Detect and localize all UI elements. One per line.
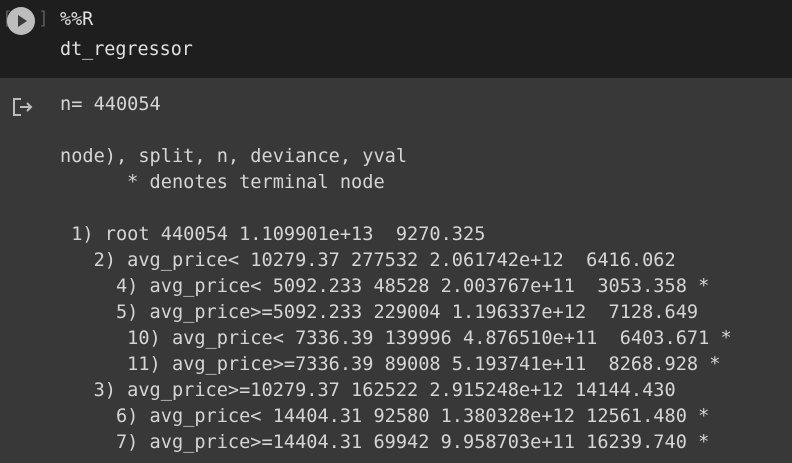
tree-node-line: 4) avg_price< 5092.233 48528 2.003767e+1…: [60, 276, 710, 297]
output-line: n= 440054: [60, 94, 161, 115]
run-cell-button[interactable]: [7, 7, 35, 35]
code-cell[interactable]: [ ] %%R dt_regressor: [0, 0, 792, 78]
tree-node-line: 3) avg_price>=10279.37 162522 2.915248e+…: [60, 380, 699, 401]
cell-output: n= 440054 node), split, n, deviance, yva…: [60, 92, 732, 456]
tree-node-line: 11) avg_price>=7336.39 89008 5.193741e+1…: [60, 354, 721, 375]
tree-node-line: 1) root 440054 1.109901e+13 9270.325: [60, 224, 508, 245]
tree-node-line: 2) avg_price< 10279.37 277532 2.061742e+…: [60, 250, 699, 271]
tree-node-line: 6) avg_price< 14404.31 92580 1.380328e+1…: [60, 406, 710, 427]
output-icon[interactable]: [12, 97, 34, 117]
tree-node-line: 7) avg_price>=14404.31 69942 9.958703e+1…: [60, 432, 710, 453]
output-line: * denotes terminal node: [60, 172, 385, 193]
execution-bracket-right: ]: [38, 8, 49, 29]
code-line[interactable]: dt_regressor: [60, 39, 193, 60]
tree-node-line: 5) avg_price>=5092.233 229004 1.196337e+…: [60, 302, 721, 323]
code-line[interactable]: %%R: [60, 9, 93, 30]
tree-node-line: 10) avg_price< 7336.39 139996 4.876510e+…: [60, 328, 732, 349]
output-line: node), split, n, deviance, yval: [60, 146, 408, 167]
